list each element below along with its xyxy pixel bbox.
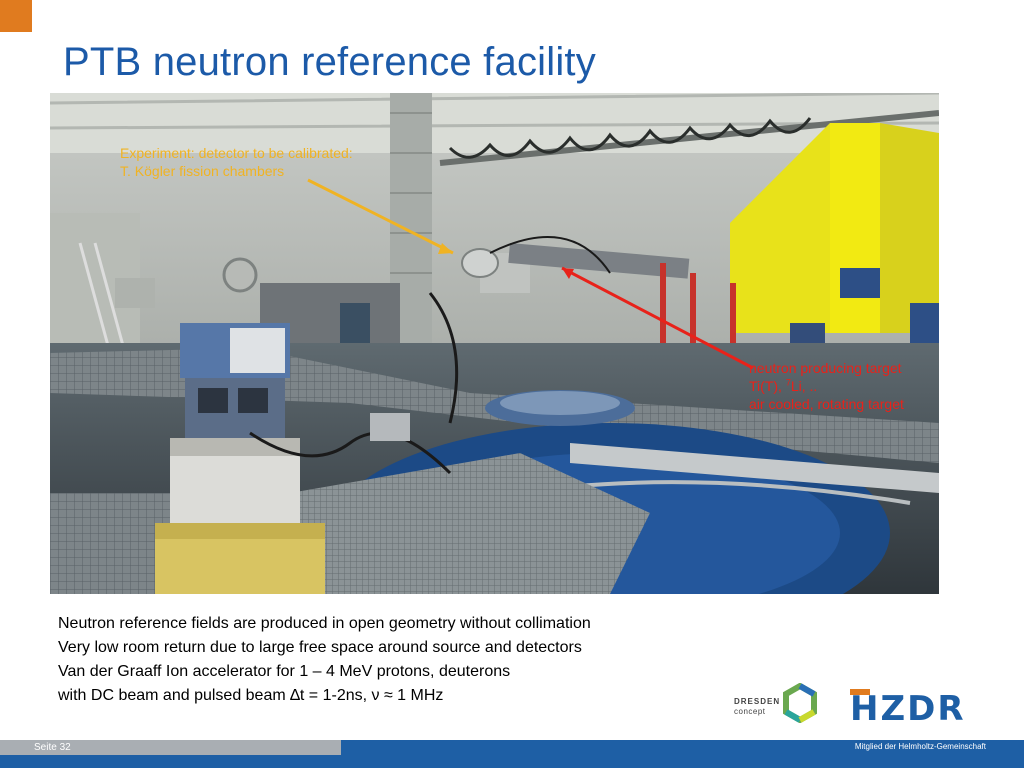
hzdr-logo: HZDR [850, 689, 966, 729]
annotation-target: neutron producing target Ti(T), 7Li, .. … [749, 359, 904, 413]
page-number: Seite 32 [34, 742, 71, 753]
bullet-item: with DC beam and pulsed beam ∆t = 1-2ns,… [58, 687, 444, 704]
annotation-experiment-line2: T. Kögler fission chambers [120, 163, 285, 179]
bullet-item: Very low room return due to large free s… [58, 639, 582, 656]
dresden-concept-logo: DRESDEN concept [734, 683, 824, 725]
annotation-target-line3: air cooled, rotating target [749, 396, 904, 412]
bullet-list: Neutron reference fields are produced in… [58, 612, 591, 708]
annotation-target-line2: Ti(T), 7Li, .. [749, 377, 904, 395]
corner-accent [0, 0, 32, 32]
helmholtz-member-note: Mitglied der Helmholtz-Gemeinschaft [854, 742, 986, 751]
dresden-ring-icon [783, 683, 817, 723]
annotation-target-line1: neutron producing target [749, 360, 902, 376]
dresden-concept-text: DRESDEN concept [734, 697, 780, 717]
bullet-item: Neutron reference fields are produced in… [58, 615, 591, 632]
dresden-line2: concept [734, 707, 766, 716]
annotation-target-line2-post: Li, .. [790, 378, 818, 394]
bullet-item: Van der Graaff Ion accelerator for 1 – 4… [58, 663, 511, 680]
annotation-experiment: Experiment: detector to be calibrated: T… [120, 144, 353, 180]
hzdr-logo-accent [850, 689, 870, 695]
footer-bar-bottom [0, 755, 1024, 768]
annotation-target-line2-pre: Ti(T), [749, 378, 786, 394]
dresden-line1: DRESDEN [734, 697, 781, 706]
annotation-experiment-line1: Experiment: detector to be calibrated: [120, 145, 353, 161]
slide-title: PTB neutron reference facility [63, 40, 596, 84]
